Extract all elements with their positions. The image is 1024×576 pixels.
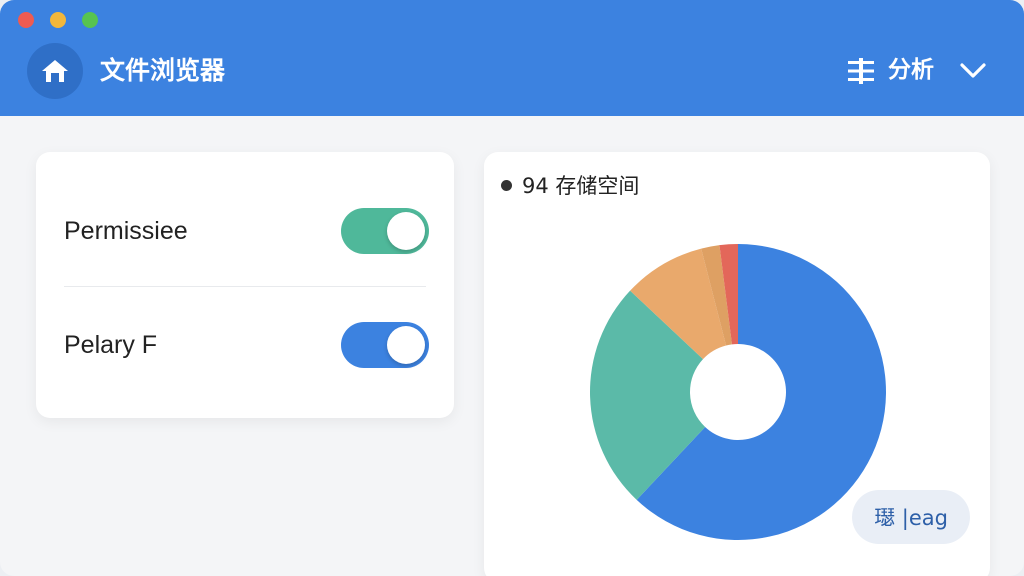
app-window: 文件浏览器 分析 Permissiee Pelary F 94 存储空间 璱 |… <box>0 0 1024 576</box>
sliders-icon[interactable] <box>846 56 876 86</box>
minimize-window-button[interactable] <box>50 12 66 28</box>
title-bar: 文件浏览器 分析 <box>0 0 1024 116</box>
close-window-button[interactable] <box>18 12 34 28</box>
setting-row-pelary: Pelary F <box>36 288 454 400</box>
analysis-menu-label[interactable]: 分析 <box>888 52 934 88</box>
app-title: 文件浏览器 <box>100 56 226 85</box>
permissions-toggle[interactable] <box>341 208 429 254</box>
pelary-toggle[interactable] <box>341 322 429 368</box>
home-icon <box>42 60 68 82</box>
toggle-knob <box>387 326 425 364</box>
setting-label: Permissiee <box>64 217 188 245</box>
legend-dot <box>501 180 512 191</box>
chart-title: 94 存储空间 <box>522 174 640 198</box>
donut-chart <box>590 244 886 540</box>
chevron-down-icon[interactable] <box>958 57 988 83</box>
legend-chip[interactable]: 璱 |eag <box>852 490 970 544</box>
settings-card: Permissiee Pelary F <box>36 152 454 418</box>
maximize-window-button[interactable] <box>82 12 98 28</box>
toggle-knob <box>387 212 425 250</box>
setting-label: Pelary F <box>64 331 158 359</box>
storage-chart-card: 94 存储空间 璱 |eag <box>484 152 990 576</box>
divider <box>64 286 426 287</box>
home-button[interactable] <box>27 43 83 99</box>
setting-row-permissions: Permissiee <box>36 174 454 286</box>
